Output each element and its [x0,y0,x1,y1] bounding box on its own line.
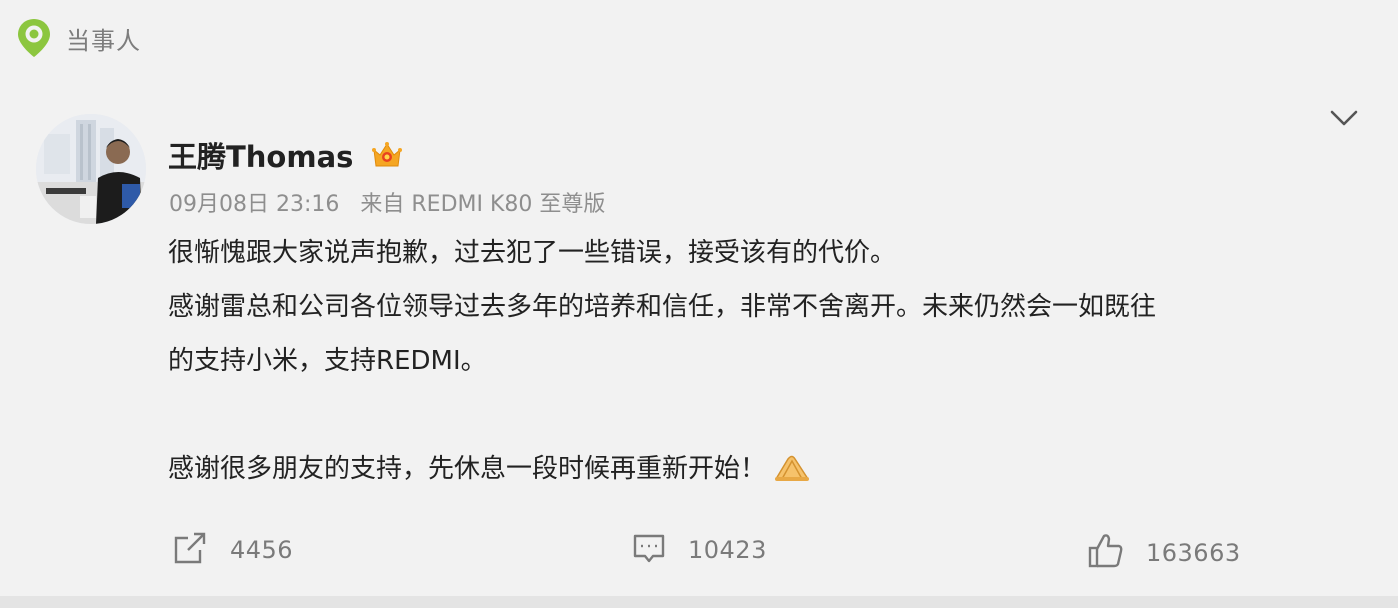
folded-hands-icon [772,448,812,481]
share-count: 4456 [230,536,294,564]
post-text-line: 感谢很多朋友的支持，先休息一段时候再重新开始！ [168,442,1348,496]
post-menu-button[interactable] [1326,104,1362,132]
comment-icon [632,531,666,569]
topic-tag[interactable]: 当事人 [16,18,141,58]
avatar-photo-icon [36,114,146,224]
author-row: 王腾Thomas [168,132,403,178]
like-count: 163663 [1146,539,1241,567]
weibo-post-card: 当事人 王腾Thomas 09月08日 23:16 来自 REDMI K80 至… [0,0,1398,596]
comment-count: 10423 [688,536,767,564]
topic-tag-label: 当事人 [66,26,141,55]
share-button[interactable]: 4456 [172,530,293,570]
card-bottom-divider [0,596,1398,608]
post-text-last: 感谢很多朋友的支持，先休息一段时候再重新开始！ [168,454,767,484]
post-timestamp[interactable]: 09月08日 23:16 [169,186,339,218]
chevron-down-icon [1330,110,1358,126]
post-body: 很惭愧跟大家说声抱歉，过去犯了一些错误，接受该有的代价。 感谢雷总和公司各位领导… [168,226,1348,496]
author-avatar[interactable] [36,114,146,224]
location-pin-icon [16,17,52,59]
author-name[interactable]: 王腾Thomas [168,134,353,176]
thumbs-up-icon [1088,532,1124,574]
like-button[interactable]: 163663 [1088,532,1241,574]
post-text-line: 的支持小米，支持REDMI。 [168,346,487,376]
post-source: 来自 REDMI K80 至尊版 [360,192,606,217]
post-text-line: 感谢雷总和公司各位领导过去多年的培养和信任，非常不舍离开。未来仍然会一如既往 [168,292,1157,322]
post-text-line: 很惭愧跟大家说声抱歉，过去犯了一些错误，接受该有的代价。 [168,238,897,268]
post-meta: 09月08日 23:16 来自 REDMI K80 至尊版 [169,186,605,218]
share-icon [172,530,208,570]
vip-crown-badge-icon[interactable] [371,139,403,171]
comment-button[interactable]: 10423 [632,530,767,570]
